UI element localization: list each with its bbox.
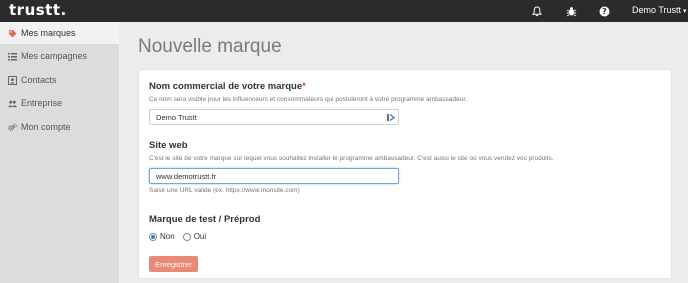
website-input[interactable]: www.demotrustt.fr — [149, 168, 399, 184]
tag-icon — [8, 29, 17, 38]
autofill-extension-icon[interactable] — [387, 113, 396, 122]
radio-oui[interactable] — [182, 232, 191, 241]
sidebar-item-label: Entreprise — [21, 98, 63, 108]
sidebar-item-label: Mes marques — [21, 28, 76, 38]
brand-name-label: Nom commercial de votre marque* — [149, 81, 306, 92]
sidebar-item-mes-campagnes[interactable]: Mes campagnes — [0, 45, 119, 67]
save-button[interactable]: Enregistrer — [149, 256, 198, 272]
chevron-down-icon: ▾ — [683, 8, 687, 15]
test-mode-label: Marque de test / Préprod — [149, 214, 261, 225]
website-hint: Saisir une URL valide (ex. https://www.m… — [149, 187, 300, 194]
brand-form-card: Nom commercial de votre marque* Ce nom s… — [138, 69, 672, 279]
user-name: Demo Trustt — [632, 5, 682, 15]
sidebar-item-label: Mes campagnes — [21, 51, 88, 61]
brand-name-help: Ce nom sera visible pour les influenceur… — [149, 96, 467, 103]
help-icon[interactable]: ? — [597, 4, 611, 18]
website-label: Site web — [149, 140, 188, 151]
users-icon — [8, 99, 17, 108]
brand-name-label-text: Nom commercial de votre marque — [149, 81, 303, 92]
list-icon — [8, 52, 17, 61]
app-logo[interactable]: trustt. — [9, 1, 67, 19]
radio-non[interactable] — [149, 232, 157, 241]
page-title: Nouvelle marque — [138, 36, 282, 57]
sidebar-item-mes-marques[interactable]: Mes marques — [0, 22, 119, 44]
radio-non-label: Non — [160, 232, 175, 241]
sidebar-item-label: Mon compte — [21, 122, 71, 132]
contact-card-icon — [8, 75, 17, 85]
user-menu[interactable]: Demo Trustt ▾ — [632, 5, 687, 15]
sidebar-item-entreprise[interactable]: Entreprise — [0, 92, 119, 114]
brand-name-value: Demo Trustt — [156, 112, 197, 122]
sidebar-item-label: Contacts — [21, 75, 57, 85]
radio-oui-label: Oui — [193, 232, 207, 241]
website-value: www.demotrustt.fr — [156, 171, 217, 181]
top-navbar: trustt. ? Demo Trustt ▾ — [0, 0, 688, 22]
test-mode-radio-group: Non Oui — [149, 232, 214, 241]
svg-text:?: ? — [602, 7, 607, 16]
bug-icon[interactable] — [564, 4, 578, 18]
gears-icon — [8, 123, 17, 132]
bell-icon[interactable] — [530, 4, 544, 18]
radio-option-non[interactable]: Non — [149, 232, 175, 241]
required-asterisk: * — [302, 81, 306, 92]
sidebar: Mes marques Mes campagnes Contacts Entre… — [0, 22, 119, 283]
sidebar-item-contacts[interactable]: Contacts — [0, 69, 119, 91]
sidebar-item-mon-compte[interactable]: Mon compte — [0, 116, 119, 138]
brand-name-input[interactable]: Demo Trustt — [149, 109, 399, 125]
radio-option-oui[interactable]: Oui — [182, 232, 207, 241]
website-help: C'est le site de votre marque sur lequel… — [149, 155, 554, 162]
